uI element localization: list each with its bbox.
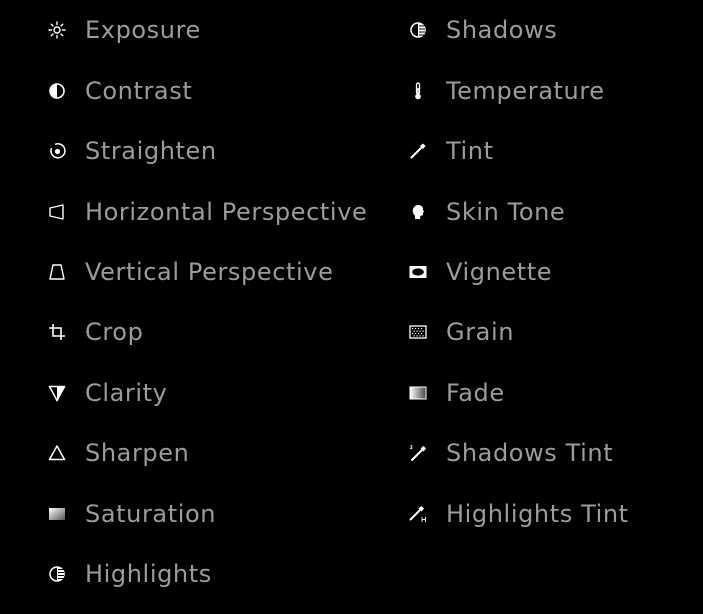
tool-temperature[interactable]: Temperature xyxy=(407,71,605,111)
tool-label-horizontal-perspective: Horizontal Perspective xyxy=(85,198,368,226)
tool-label-fade: Fade xyxy=(446,379,505,407)
tool-fade[interactable]: Fade xyxy=(407,373,505,413)
crop-icon xyxy=(46,321,68,343)
tool-label-contrast: Contrast xyxy=(85,77,193,105)
vignette-icon xyxy=(407,261,429,283)
tool-label-exposure: Exposure xyxy=(85,16,201,44)
tool-sharpen[interactable]: Sharpen xyxy=(46,433,189,473)
tool-label-straighten: Straighten xyxy=(85,137,217,165)
horizontal-perspective-icon xyxy=(46,201,68,223)
tool-label-vignette: Vignette xyxy=(446,258,553,286)
vertical-perspective-icon xyxy=(46,261,68,283)
tool-label-crop: Crop xyxy=(85,318,144,346)
clarity-triangle-icon xyxy=(46,382,68,404)
tool-contrast[interactable]: Contrast xyxy=(46,71,192,111)
tool-label-saturation: Saturation xyxy=(85,500,217,528)
tool-vertical-perspective[interactable]: Vertical Perspective xyxy=(46,252,333,292)
saturation-gradient-icon xyxy=(46,503,68,525)
grain-icon xyxy=(407,321,429,343)
shadows-icon xyxy=(407,19,429,41)
tool-clarity[interactable]: Clarity xyxy=(46,373,167,413)
tool-label-grain: Grain xyxy=(446,318,515,346)
tool-label-highlights: Highlights xyxy=(85,560,212,588)
tool-label-vertical-perspective: Vertical Perspective xyxy=(85,258,334,286)
highlights-tint-eyedropper-icon xyxy=(407,503,429,525)
tool-label-shadows-tint: Shadows Tint xyxy=(446,439,614,467)
eyedropper-icon xyxy=(407,140,429,162)
shadows-tint-eyedropper-icon xyxy=(407,442,429,464)
tool-highlights[interactable]: Highlights xyxy=(46,554,212,594)
tool-label-skin-tone: Skin Tone xyxy=(446,198,566,226)
tool-label-highlights-tint: Highlights Tint xyxy=(446,500,629,528)
tool-grain[interactable]: Grain xyxy=(407,312,514,352)
highlights-icon xyxy=(46,563,68,585)
tool-shadows-tint[interactable]: Shadows Tint xyxy=(407,433,613,473)
tool-highlights-tint[interactable]: Highlights Tint xyxy=(407,494,629,534)
tool-crop[interactable]: Crop xyxy=(46,312,143,352)
tool-saturation[interactable]: Saturation xyxy=(46,494,216,534)
fade-gradient-icon xyxy=(407,382,429,404)
tool-straighten[interactable]: Straighten xyxy=(46,131,217,171)
tool-tint[interactable]: Tint xyxy=(407,131,494,171)
adjustment-tools-panel: Exposure Contrast Straighten Horizontal … xyxy=(0,0,703,614)
tool-horizontal-perspective[interactable]: Horizontal Perspective xyxy=(46,192,367,232)
tool-label-tint: Tint xyxy=(446,137,494,165)
tool-label-clarity: Clarity xyxy=(85,379,168,407)
tool-label-temperature: Temperature xyxy=(446,77,605,105)
tool-exposure[interactable]: Exposure xyxy=(46,10,201,50)
tool-label-sharpen: Sharpen xyxy=(85,439,190,467)
tool-skin-tone[interactable]: Skin Tone xyxy=(407,192,565,232)
straighten-icon xyxy=(46,140,68,162)
sharpen-triangle-icon xyxy=(46,442,68,464)
tool-label-shadows: Shadows xyxy=(446,16,558,44)
sun-icon xyxy=(46,19,68,41)
tool-vignette[interactable]: Vignette xyxy=(407,252,552,292)
thermometer-icon xyxy=(407,80,429,102)
half-circle-icon xyxy=(46,80,68,102)
face-profile-icon xyxy=(407,201,429,223)
tool-shadows[interactable]: Shadows xyxy=(407,10,557,50)
